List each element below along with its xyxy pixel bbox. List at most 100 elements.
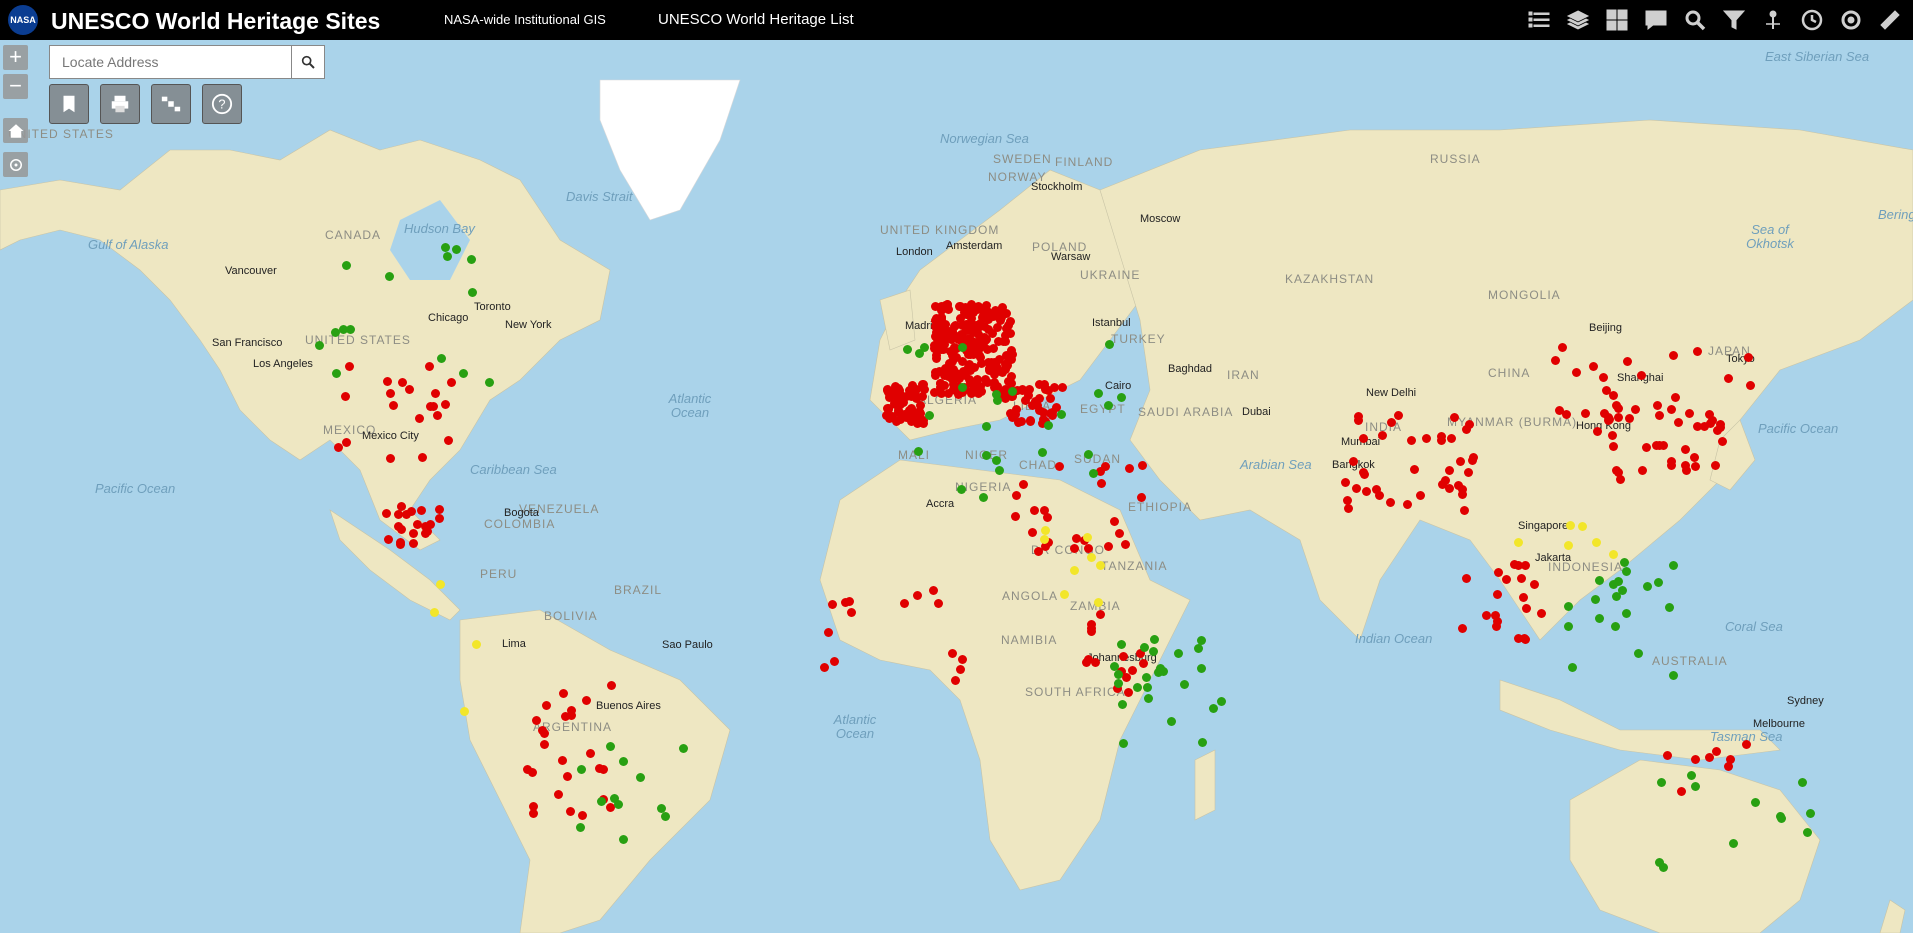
site-marker[interactable] [1437,432,1446,441]
site-marker[interactable] [1143,683,1152,692]
site-marker[interactable] [433,411,442,420]
site-marker[interactable] [948,649,957,658]
site-marker[interactable] [1667,405,1676,414]
site-marker[interactable] [1394,411,1403,420]
site-marker[interactable] [995,466,1004,475]
site-marker[interactable] [1464,468,1473,477]
site-marker[interactable] [1030,506,1039,515]
site-marker[interactable] [679,744,688,753]
list-icon[interactable] [1522,3,1556,37]
site-marker[interactable] [1611,622,1620,631]
site-marker[interactable] [1711,461,1720,470]
site-marker[interactable] [1110,517,1119,526]
site-marker[interactable] [1084,655,1093,664]
site-marker[interactable] [1589,362,1598,371]
site-marker[interactable] [1038,448,1047,457]
site-marker[interactable] [981,336,990,345]
site-marker[interactable] [1460,506,1469,515]
site-marker[interactable] [1124,688,1133,697]
site-marker[interactable] [962,326,971,335]
site-marker[interactable] [542,701,551,710]
site-marker[interactable] [1044,421,1053,430]
site-marker[interactable] [1144,694,1153,703]
site-marker[interactable] [1198,738,1207,747]
site-marker[interactable] [913,591,922,600]
site-marker[interactable] [965,349,974,358]
site-marker[interactable] [532,716,541,725]
site-marker[interactable] [1564,602,1573,611]
site-marker[interactable] [1021,396,1030,405]
site-marker[interactable] [979,493,988,502]
site-marker[interactable] [1104,401,1113,410]
site-marker[interactable] [1806,809,1815,818]
site-marker[interactable] [845,597,854,606]
site-marker[interactable] [1564,622,1573,631]
site-marker[interactable] [661,812,670,821]
site-marker[interactable] [1140,643,1149,652]
site-marker[interactable] [1655,441,1664,450]
site-marker[interactable] [582,696,591,705]
site-marker[interactable] [384,535,393,544]
site-marker[interactable] [1359,434,1368,443]
site-marker[interactable] [1114,679,1123,688]
zoom-in-button[interactable]: + [3,45,28,70]
site-marker[interactable] [342,261,351,270]
site-marker[interactable] [452,245,461,254]
site-marker[interactable] [1378,431,1387,440]
site-marker[interactable] [386,389,395,398]
site-marker[interactable] [999,337,1008,346]
site-marker[interactable] [1007,372,1016,381]
site-marker[interactable] [1665,603,1674,612]
site-marker[interactable] [1718,437,1727,446]
site-marker[interactable] [1096,610,1105,619]
site-marker[interactable] [1581,409,1590,418]
site-marker[interactable] [1422,434,1431,443]
site-marker[interactable] [606,742,615,751]
site-marker[interactable] [441,243,450,252]
site-marker[interactable] [1344,504,1353,513]
site-marker[interactable] [1217,697,1226,706]
site-marker[interactable] [1149,647,1158,656]
site-marker[interactable] [1468,456,1477,465]
search-icon[interactable] [1678,3,1712,37]
site-marker[interactable] [436,580,445,589]
site-marker[interactable] [315,341,324,350]
site-marker[interactable] [1118,700,1127,709]
nasa-logo[interactable]: NASA [8,5,38,35]
site-marker[interactable] [1491,611,1500,620]
site-marker[interactable] [930,388,939,397]
site-marker[interactable] [1519,593,1528,602]
site-marker[interactable] [1691,755,1700,764]
site-marker[interactable] [1133,683,1142,692]
site-marker[interactable] [435,514,444,523]
site-marker[interactable] [1566,521,1575,530]
site-marker[interactable] [447,378,456,387]
site-marker[interactable] [1041,385,1050,394]
site-marker[interactable] [976,353,985,362]
home-button[interactable] [3,118,28,143]
site-marker[interactable] [577,765,586,774]
site-marker[interactable] [1693,347,1702,356]
site-marker[interactable] [1713,426,1722,435]
site-marker[interactable] [1623,357,1632,366]
site-marker[interactable] [657,804,666,813]
site-marker[interactable] [1669,351,1678,360]
site-marker[interactable] [1167,717,1176,726]
site-marker[interactable] [345,362,354,371]
site-marker[interactable] [1625,414,1634,423]
site-marker[interactable] [958,655,967,664]
site-marker[interactable] [912,412,921,421]
site-marker[interactable] [1614,413,1623,422]
site-marker[interactable] [1197,664,1206,673]
site-marker[interactable] [1055,462,1064,471]
site-marker[interactable] [619,835,628,844]
site-marker[interactable] [597,797,606,806]
site-marker[interactable] [1057,410,1066,419]
site-marker[interactable] [1156,664,1165,673]
site-marker[interactable] [1687,771,1696,780]
site-marker[interactable] [1669,671,1678,680]
site-marker[interactable] [1387,418,1396,427]
site-marker[interactable] [1122,673,1131,682]
site-marker[interactable] [1530,580,1539,589]
site-marker[interactable] [1744,353,1753,362]
